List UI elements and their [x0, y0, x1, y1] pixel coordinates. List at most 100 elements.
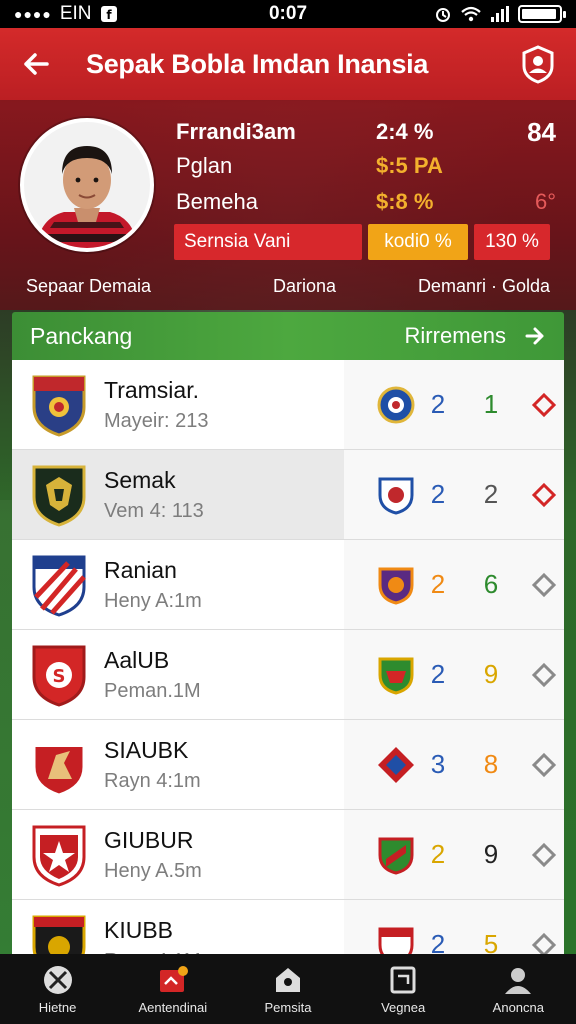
arrow-left-icon: [24, 53, 49, 75]
team-name: AalUB: [104, 646, 170, 673]
score-second: 6: [483, 569, 499, 599]
table-row[interactable]: Ranian Heny A:1m 2 6: [12, 540, 564, 630]
diamond-icon: [531, 662, 557, 687]
nav-label: Aentendinai: [138, 1000, 208, 1015]
back-button[interactable]: [16, 44, 56, 84]
team-text: GIUBUR Heny A.5m: [104, 827, 202, 883]
favorite-button[interactable]: [524, 572, 564, 598]
ranking-more-link[interactable]: Rirremens: [405, 323, 546, 349]
status-right: [434, 5, 566, 23]
score-second: 2: [483, 479, 499, 509]
team-crest-icon: [32, 375, 86, 437]
score-cell: 2 9: [344, 810, 564, 899]
favorite-button[interactable]: [524, 662, 564, 688]
table-row[interactable]: Semak Vem 4: 113 2 2: [12, 450, 564, 540]
stat-row-3: Bemeha $:8 % 6°: [176, 186, 556, 218]
score-first: 2: [430, 569, 446, 599]
score-second: 9: [483, 839, 499, 869]
team-sub: Heny A.5m: [104, 859, 202, 882]
nav-label: Pemsita: [264, 1000, 312, 1015]
favorite-button[interactable]: [524, 752, 564, 778]
ranking-title: Panckang: [30, 322, 133, 349]
team-cell: Ranian Heny A:1m: [12, 540, 344, 629]
nav-item-news[interactable]: Aentendinai: [118, 963, 228, 1015]
pill-primary[interactable]: Sernsia Vani: [174, 224, 362, 260]
team-name: Tramsiar.: [104, 376, 199, 403]
table-row[interactable]: Tramsiar. Mayeir: 213 2 1: [12, 360, 564, 450]
app-bar: Sepak Bobla Imdan Inansia: [0, 28, 576, 100]
team-cell: S AalUB Peman.1M: [12, 630, 344, 719]
team-name: Semak: [104, 466, 176, 493]
favorite-button[interactable]: [524, 482, 564, 508]
team-name: Ranian: [104, 556, 177, 583]
nav-item-home[interactable]: Hietne: [3, 963, 113, 1015]
favorite-button[interactable]: [524, 392, 564, 418]
label-center: Dariona: [272, 275, 337, 296]
nav-label: Anoncna: [492, 1000, 544, 1015]
team-sub: Vem 4: 113: [104, 499, 204, 522]
score-second: 1: [483, 389, 499, 419]
status-time: 0:07: [268, 3, 308, 24]
nav-item-profile[interactable]: Anoncna: [463, 963, 573, 1015]
alarm-icon: [436, 8, 450, 22]
table-row[interactable]: S AalUB Peman.1M 2 9: [12, 630, 564, 720]
nav-label: Hietne: [38, 1000, 77, 1015]
team-sub: Peman.1M: [104, 679, 201, 702]
team-cell: GIUBUR Heny A.5m: [12, 810, 344, 899]
opponent-crest-icon: [378, 746, 414, 783]
opponent-crest-icon: [378, 477, 414, 515]
svg-text:f: f: [106, 8, 112, 22]
table-row[interactable]: SIAUBK Rayn 4:1m 3 8: [12, 720, 564, 810]
stat-extra: 6°: [534, 189, 556, 214]
status-left: ●●●● EIN f: [14, 3, 118, 25]
score-cell: 2 9: [344, 630, 564, 719]
diamond-icon: [531, 752, 557, 777]
diamond-icon: [531, 482, 557, 507]
table-row[interactable]: GIUBUR Heny A.5m 2 9: [12, 810, 564, 900]
team-sub: Mayeir: 213: [104, 409, 209, 432]
score-cell: 3 8: [344, 720, 564, 809]
tablet-icon: [387, 963, 419, 997]
player-avatar[interactable]: [20, 118, 154, 252]
stat-pills: Sernsia Vani kodi0 % 130 %: [174, 224, 550, 260]
opponent-crest-icon: [378, 567, 414, 605]
team-name: SIAUBK: [104, 736, 189, 763]
ranking-more-label: Rirremens: [404, 323, 506, 348]
player-photo: [24, 122, 150, 248]
favorite-button[interactable]: [524, 842, 564, 868]
score-first: 2: [430, 659, 446, 689]
team-crest-icon: S: [32, 645, 86, 707]
label-left: Sepaar Demaia: [26, 275, 152, 296]
account-button[interactable]: [516, 42, 560, 86]
bottom-nav: Hietne Aentendinai Pemsita Vegnea Anoncn…: [0, 954, 576, 1024]
team-crest-icon: [32, 735, 86, 797]
score-first: 2: [430, 839, 446, 869]
player-labels: Sepaar Demaia Dariona Demanri · Golda: [0, 272, 576, 300]
pill-highlight[interactable]: kodi0 %: [368, 224, 468, 260]
diamond-icon: [531, 392, 557, 417]
nav-item-tablet[interactable]: Vegnea: [348, 963, 458, 1015]
score-cell: 2 1: [344, 360, 564, 449]
stat-value: 2:4 %: [376, 119, 434, 144]
stat-row-2: Pglan $:5 PA: [176, 150, 556, 182]
ranking-list: Tramsiar. Mayeir: 213 2 1 Semak Vem 4: 1…: [12, 360, 564, 990]
team-cell: Semak Vem 4: 113: [12, 450, 344, 539]
stat-value: $:8 %: [376, 189, 434, 214]
team-cell: SIAUBK Rayn 4:1m: [12, 720, 344, 809]
user-badge-icon: [522, 45, 554, 84]
team-name: GIUBUR: [104, 826, 194, 853]
team-crest-icon: [32, 465, 86, 527]
pill-secondary[interactable]: 130 %: [474, 224, 550, 260]
score-first: 3: [430, 749, 446, 779]
svg-text:S: S: [53, 666, 66, 687]
team-text: SIAUBK Rayn 4:1m: [104, 737, 201, 793]
stat-name: Pglan: [176, 153, 233, 178]
label-right: Demanri · Golda: [417, 275, 550, 296]
battery-icon: [518, 5, 566, 23]
opponent-crest-icon: [378, 837, 414, 875]
stat-name: Frrandi3am: [176, 119, 296, 144]
opponent-crest-icon: [377, 386, 415, 423]
score-cell: 2 6: [344, 540, 564, 629]
nav-item-stadium[interactable]: Pemsita: [233, 963, 343, 1015]
stat-value: $:5 PA: [376, 153, 443, 178]
